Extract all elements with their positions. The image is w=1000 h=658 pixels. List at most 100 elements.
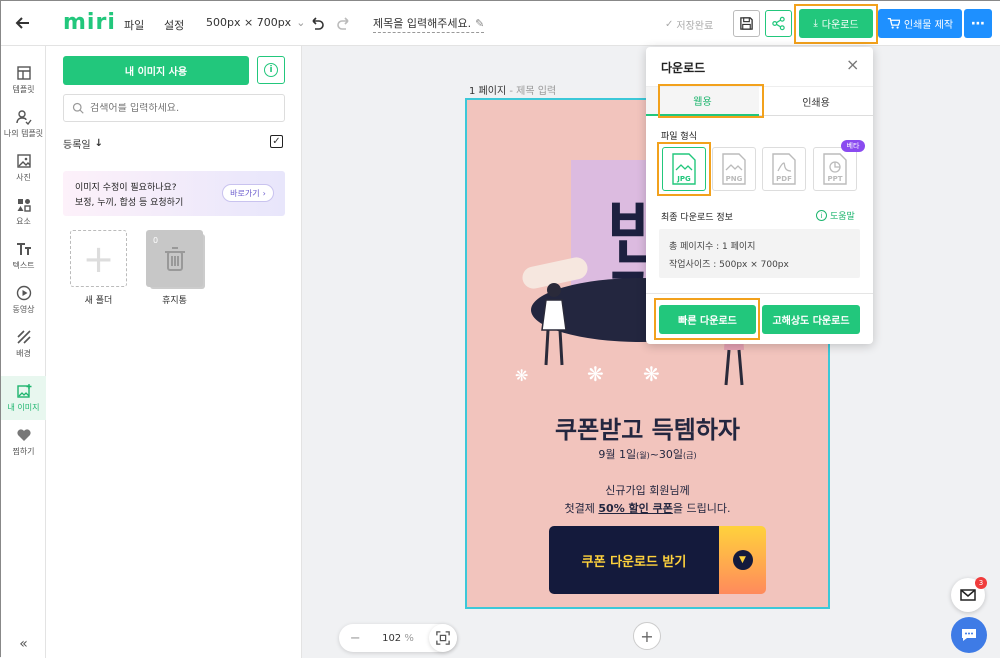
redo-icon[interactable] — [336, 15, 352, 34]
download-icon: ⤓ — [813, 18, 818, 29]
chevron-right-icon: › — [262, 188, 266, 198]
file-format-label: 파일 형식 — [661, 132, 697, 142]
search-icon — [72, 102, 84, 114]
save-status: ✓ 저장완료 — [665, 17, 713, 32]
page-title-input[interactable]: 제목 입력 — [516, 86, 556, 97]
zoom-out-icon[interactable]: − — [350, 631, 361, 646]
nav-item-template[interactable]: 템플릿 — [1, 58, 46, 102]
nav-item-video[interactable]: 동영상 — [1, 278, 46, 322]
total-pages: 총 페이지수 : 1 페이지 — [669, 242, 756, 252]
nav-label: 템플릿 — [12, 85, 35, 94]
person-illustration-left — [541, 283, 567, 366]
undo-icon[interactable] — [309, 15, 325, 34]
download-panel: 다운로드 × 웹용 인쇄용 파일 형식 JPG PNG PDF PPT 베타 최… — [646, 47, 873, 344]
download-panel-title: 다운로드 — [661, 61, 706, 75]
help-link[interactable]: i 도움말 — [816, 209, 855, 222]
photo-icon — [16, 154, 31, 168]
date-end: ~30일 — [649, 448, 684, 461]
print-button-label: 인쇄물 제작 — [903, 20, 954, 31]
poster-body-2: 첫결제 50% 할인 쿠폰을 드립니다. — [467, 500, 828, 516]
body-2-pre: 첫결제 — [564, 502, 599, 515]
hq-download-button[interactable]: 고해상도 다운로드 — [762, 305, 860, 334]
coupon-gradient-part: ▼ — [719, 526, 766, 594]
nav-label: 내 이미지 — [7, 403, 40, 412]
save-status-text: 저장완료 — [676, 21, 714, 32]
menu-file[interactable]: 파일 — [124, 17, 144, 33]
video-icon — [16, 285, 31, 301]
trash-icon — [164, 246, 185, 271]
select-all-checkbox[interactable]: ✓ — [270, 135, 283, 148]
work-size: 작업사이즈 : 500px × 700px — [669, 260, 789, 270]
template-icon — [16, 66, 31, 80]
use-my-image-button[interactable]: 내 이미지 사용 — [63, 56, 249, 85]
ppt-file-icon: PPT — [823, 153, 847, 185]
trash-count: 0 — [153, 236, 159, 245]
fit-screen-icon[interactable] — [429, 624, 457, 652]
sort-label: 등록일 — [63, 140, 91, 151]
poster-date: 9월 1일(월)~30일(금) — [467, 446, 828, 462]
trash-label: 휴지통 — [162, 296, 187, 306]
nav-label: 텍스트 — [12, 261, 35, 270]
coupon-button[interactable]: 쿠폰 다운로드 받기 ▼ — [549, 526, 766, 594]
body-2-bold: 50% 할인 쿠폰 — [598, 502, 673, 515]
canvas-size-dropdown[interactable]: 500px × 700px ⌄ — [206, 16, 305, 29]
nav-item-photo[interactable]: 사진 — [1, 146, 46, 190]
title-input[interactable]: 제목을 입력해주세요. ✎ — [373, 15, 485, 33]
share-button[interactable] — [765, 10, 792, 37]
banner-title: 이미지 수정이 필요하나요? — [75, 183, 177, 193]
notification-badge: 3 — [975, 577, 987, 589]
coupon-dark-part: 쿠폰 다운로드 받기 — [549, 526, 719, 594]
poster-body-1: 신규가입 회원님께 — [605, 484, 690, 497]
trash-tile[interactable]: 0 — [146, 230, 205, 289]
pdf-file-icon: PDF — [772, 153, 796, 185]
chat-button[interactable] — [951, 617, 987, 653]
nav-label: 나의 템플릿 — [3, 129, 44, 138]
background-icon — [16, 330, 31, 344]
print-button[interactable]: 인쇄물 제작 — [878, 9, 962, 38]
close-icon[interactable]: × — [846, 55, 859, 74]
nav-label: 배경 — [16, 349, 31, 358]
edit-request-banner[interactable]: 이미지 수정이 필요하나요? 보정, 누끼, 합성 등 요청하기 바로가기 › — [63, 171, 285, 216]
sort-dropdown[interactable]: 등록일 ↓ — [63, 136, 103, 151]
save-button[interactable] — [733, 10, 760, 37]
poster-headline: 쿠폰받고 득템하자 — [555, 416, 740, 444]
format-png[interactable]: PNG — [712, 147, 756, 191]
tab-web-highlight — [658, 84, 764, 118]
download-button-label: 다운로드 — [821, 20, 859, 31]
my-image-panel: 내 이미지 사용 i 등록일 ↓ ✓ 이미지 수정이 필요하나요? 보정, 누끼… — [46, 46, 302, 658]
page-label: 1 페이지 — [469, 86, 507, 97]
title-input-value: 제목을 입력해주세요. — [373, 17, 472, 30]
new-folder-label: 새 폴더 — [84, 296, 113, 306]
banner-go-button[interactable]: 바로가기 › — [222, 184, 274, 202]
info-box: 총 페이지수 : 1 페이지 작업사이즈 : 500px × 700px — [659, 229, 860, 278]
nav-item-my-template[interactable]: 나의 템플릿 — [1, 102, 46, 146]
coupon-button-label: 쿠폰 다운로드 받기 — [581, 554, 687, 570]
date-dow-1: 월 — [639, 451, 647, 460]
nav-item-element[interactable]: 요소 — [1, 190, 46, 234]
body-2-post: 을 드립니다. — [672, 502, 731, 515]
more-button[interactable]: ⋯ — [964, 9, 992, 38]
nav-item-my-image[interactable]: 내 이미지 — [1, 376, 46, 420]
top-bar: miri 파일 설정 500px × 700px ⌄ 제목을 입력해주세요. ✎… — [1, 1, 1000, 46]
nav-item-favorite[interactable]: 찜하기 — [1, 420, 46, 464]
page-header: 1 페이지 - 제목 입력 — [469, 82, 556, 97]
format-ppt-label: PPT — [827, 175, 842, 183]
new-folder-tile[interactable]: + — [70, 230, 127, 287]
tab-print[interactable]: 인쇄용 — [759, 87, 873, 116]
app-logo[interactable]: miri — [63, 10, 116, 35]
format-pdf[interactable]: PDF — [762, 147, 806, 191]
search-input[interactable] — [90, 102, 270, 114]
heart-icon — [16, 429, 31, 441]
date-dow: (금) — [683, 451, 697, 460]
collapse-nav-icon[interactable]: « — [1, 636, 46, 652]
pencil-icon: ✎ — [475, 16, 485, 30]
nav-item-background[interactable]: 배경 — [1, 322, 46, 366]
add-page-button[interactable]: + — [633, 622, 661, 650]
search-field[interactable] — [63, 94, 285, 122]
menu-settings[interactable]: 설정 — [164, 17, 184, 33]
nav-item-text[interactable]: 텍스트 — [1, 234, 46, 278]
back-arrow-icon[interactable] — [13, 13, 33, 33]
info-button[interactable]: i — [257, 56, 285, 84]
download-button[interactable]: ⤓ 다운로드 — [799, 9, 873, 38]
format-ppt[interactable]: PPT — [813, 147, 857, 191]
